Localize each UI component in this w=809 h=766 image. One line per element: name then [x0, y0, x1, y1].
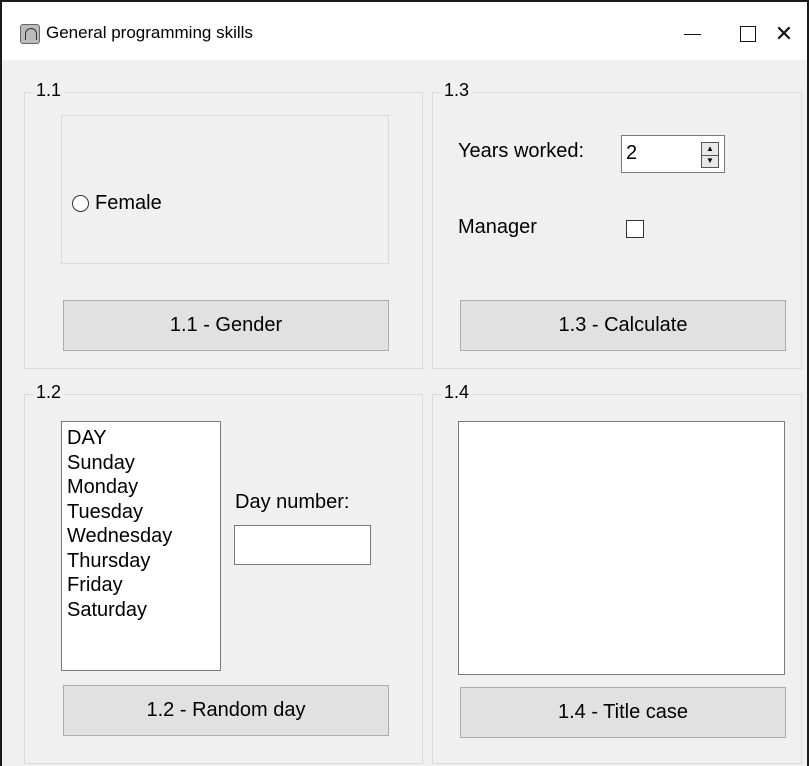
groupbox-1-3: 1.3 Years worked: 2 ▲ ▼ Manager 1.3 - Ca…	[432, 80, 802, 369]
app-window: General programming skills ✕ 1.1 Female …	[0, 0, 809, 766]
groupbox-1-2: 1.2 DAY Sunday Monday Tuesday Wednesday …	[24, 382, 423, 764]
day-number-field[interactable]	[234, 525, 371, 565]
app-icon[interactable]	[20, 24, 40, 44]
spinner-arrows[interactable]: ▲ ▼	[701, 142, 719, 168]
spin-down-icon[interactable]: ▼	[702, 156, 718, 168]
groupbox-1-4-label: 1.4	[441, 382, 473, 403]
groupbox-1-3-label: 1.3	[441, 80, 473, 101]
list-item[interactable]: Friday	[67, 573, 215, 598]
years-worked-label: Years worked:	[458, 140, 584, 162]
manager-checkbox[interactable]	[626, 220, 644, 238]
groupbox-1-1: 1.1 Female 1.1 - Gender	[24, 80, 423, 369]
days-listbox[interactable]: DAY Sunday Monday Tuesday Wednesday Thur…	[61, 421, 221, 671]
years-worked-value[interactable]: 2	[626, 142, 637, 165]
list-item[interactable]: Monday	[67, 475, 215, 500]
list-item[interactable]: Saturday	[67, 598, 215, 623]
title-case-output[interactable]	[458, 421, 785, 675]
years-worked-spinner[interactable]: 2 ▲ ▼	[621, 135, 725, 173]
groupbox-1-2-label: 1.2	[33, 382, 65, 403]
list-item[interactable]: Wednesday	[67, 524, 215, 549]
close-button[interactable]: ✕	[754, 14, 809, 54]
minimize-button[interactable]	[662, 14, 722, 54]
list-item[interactable]: Tuesday	[67, 500, 215, 525]
day-number-label: Day number:	[235, 491, 350, 513]
title-bar[interactable]: General programming skills ✕	[2, 2, 807, 60]
spin-up-icon[interactable]: ▲	[702, 143, 718, 156]
groupbox-1-4: 1.4 1.4 - Title case	[432, 382, 802, 764]
list-item[interactable]: DAY	[67, 426, 215, 451]
title-case-button[interactable]: 1.4 - Title case	[460, 687, 786, 738]
female-radio[interactable]: Female	[72, 192, 162, 215]
calculate-button[interactable]: 1.3 - Calculate	[460, 300, 786, 351]
gender-button[interactable]: 1.1 - Gender	[63, 300, 389, 351]
manager-label: Manager	[458, 216, 537, 238]
groupbox-1-1-label: 1.1	[33, 80, 65, 101]
gender-panel: Female	[61, 115, 389, 264]
window-title: General programming skills	[46, 23, 253, 42]
list-item[interactable]: Thursday	[67, 549, 215, 574]
radio-circle-icon[interactable]	[72, 195, 89, 212]
female-radio-label[interactable]: Female	[95, 192, 162, 215]
random-day-button[interactable]: 1.2 - Random day	[63, 685, 389, 736]
list-item[interactable]: Sunday	[67, 451, 215, 476]
